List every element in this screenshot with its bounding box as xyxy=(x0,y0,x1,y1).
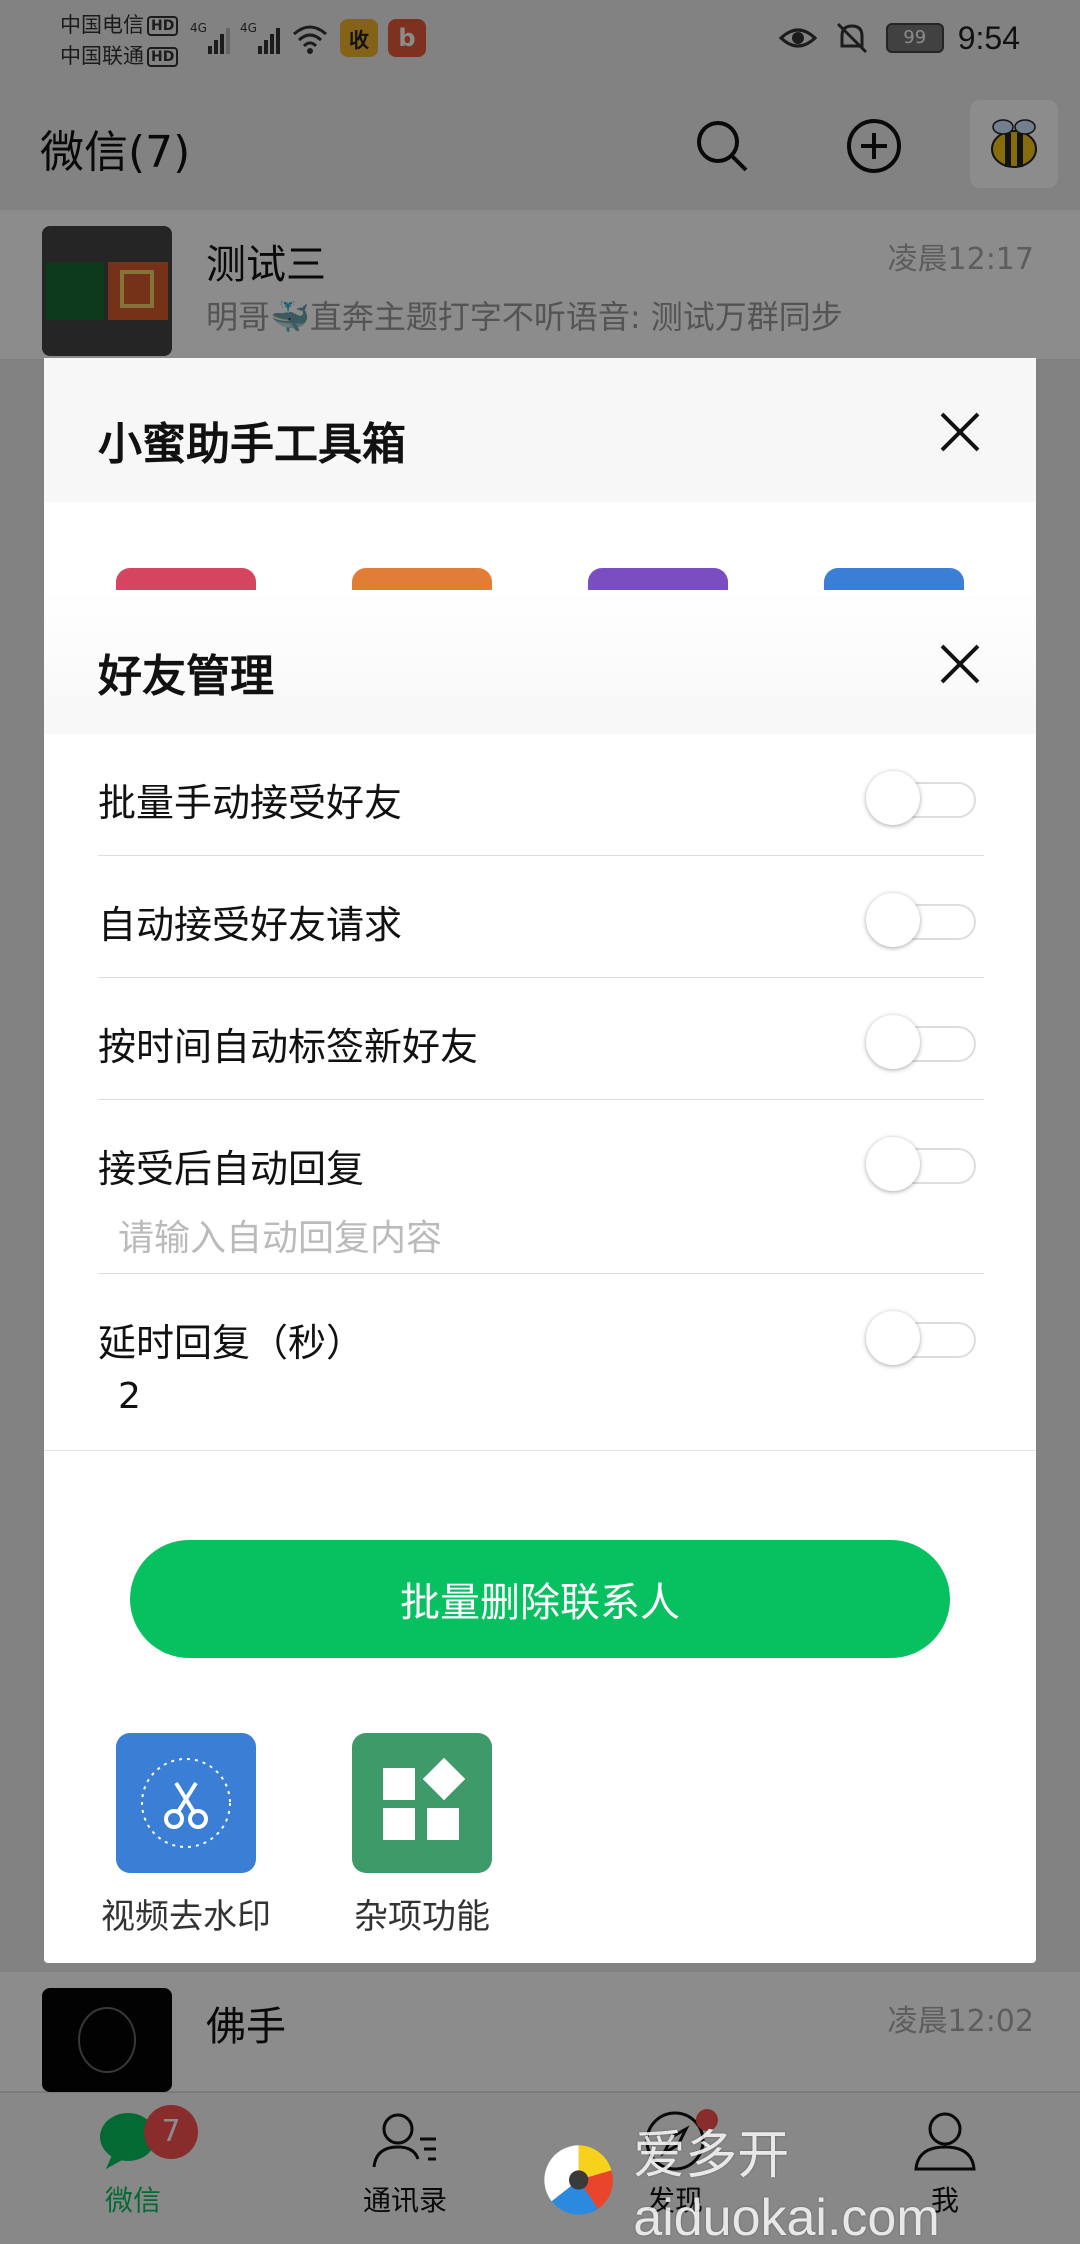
toggle-switch[interactable] xyxy=(866,1137,976,1191)
auto-reply-input[interactable] xyxy=(98,1208,984,1268)
tool-label: 杂项功能 xyxy=(354,1897,490,1937)
toggle-switch[interactable] xyxy=(866,893,976,947)
delay-seconds-input[interactable] xyxy=(98,1366,984,1426)
setting-label: 自动接受好友请求 xyxy=(98,903,403,947)
toggle-knob xyxy=(866,1137,920,1191)
toggle-switch[interactable] xyxy=(866,1311,976,1365)
setting-label: 延时回复（秒） xyxy=(98,1321,365,1365)
watermark-text: 爱多开aiduokai.com xyxy=(633,2126,940,2244)
setting-label: 批量手动接受好友 xyxy=(98,781,403,825)
setting-label: 按时间自动标签新好友 xyxy=(98,1025,479,1069)
watermark: 爱多开aiduokai.com xyxy=(540,2120,1080,2244)
toggle-knob xyxy=(866,893,920,947)
setting-auto-tag: 按时间自动标签新好友 xyxy=(98,978,984,1100)
setting-auto-reply: 接受后自动回复 xyxy=(98,1100,984,1222)
setting-auto-accept: 自动接受好友请求 xyxy=(98,856,984,978)
watermark-logo-icon xyxy=(544,2145,613,2215)
delay-seconds-field xyxy=(98,1366,984,1432)
batch-delete-contacts-button[interactable]: 批量删除联系人 xyxy=(130,1540,950,1658)
toolbox-title: 小蜜助手工具箱 xyxy=(98,419,406,470)
toggle-knob xyxy=(866,1311,920,1365)
auto-reply-field xyxy=(98,1208,984,1274)
toolbox-header: 小蜜助手工具箱 xyxy=(44,358,1036,502)
scissors-icon xyxy=(141,1758,231,1848)
tool-label: 视频去水印 xyxy=(101,1897,271,1937)
dialog-title: 好友管理 xyxy=(98,651,274,702)
setting-batch-accept: 批量手动接受好友 xyxy=(98,734,984,856)
tool-misc[interactable]: 杂项功能 xyxy=(352,1733,492,1938)
setting-label: 接受后自动回复 xyxy=(98,1147,365,1191)
toggle-knob xyxy=(866,771,920,825)
grid-icon xyxy=(383,1758,466,1840)
friend-management-dialog: 好友管理 批量手动接受好友 自动接受好友请求 按时间自动标签新好友 接受后自动回… xyxy=(44,590,1036,1733)
tool-video-watermark[interactable]: 视频去水印 xyxy=(101,1733,271,1938)
toggle-knob xyxy=(866,1015,920,1069)
tool-icon xyxy=(352,1733,492,1873)
toggle-switch[interactable] xyxy=(866,771,976,825)
toggle-switch[interactable] xyxy=(866,1015,976,1069)
close-icon[interactable] xyxy=(938,410,982,454)
dialog-header: 好友管理 xyxy=(44,590,1036,734)
tool-icon xyxy=(116,1733,256,1873)
divider xyxy=(44,1450,1036,1451)
close-icon[interactable] xyxy=(938,642,982,686)
